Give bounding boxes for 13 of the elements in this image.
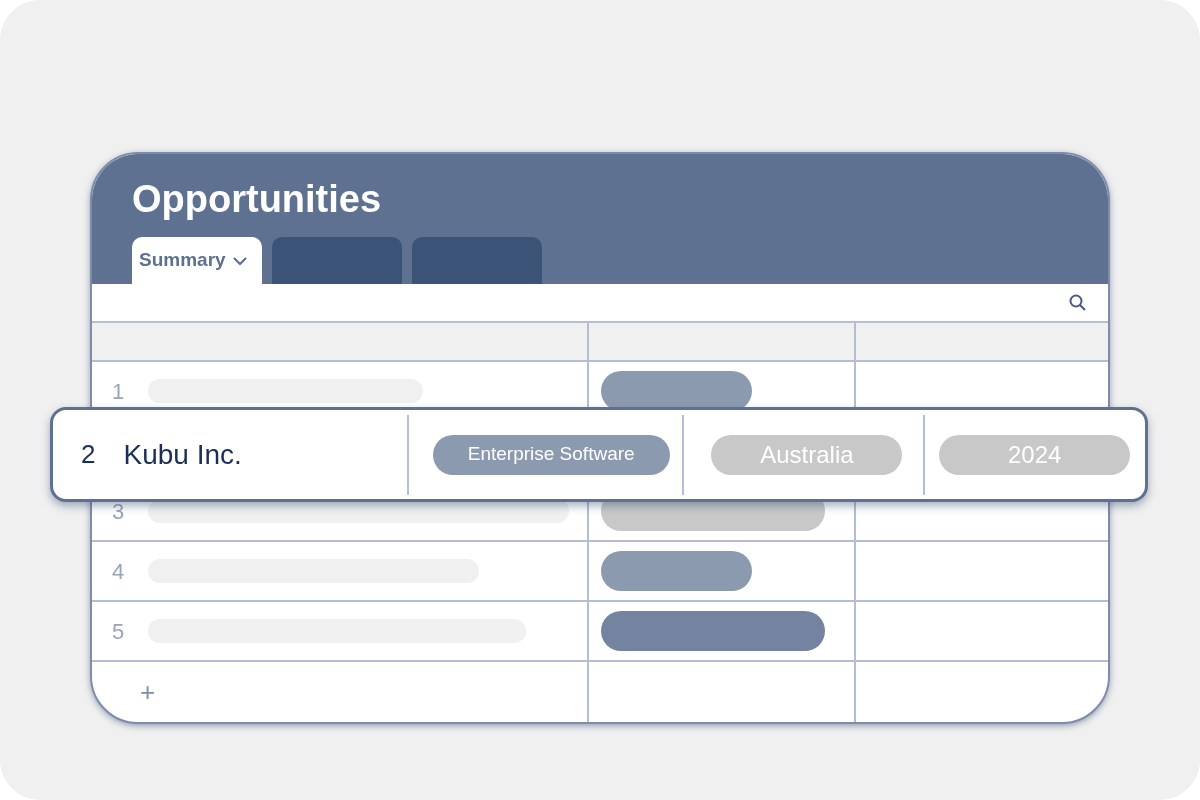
- search-icon[interactable]: [1068, 292, 1088, 313]
- tab[interactable]: [272, 237, 402, 285]
- page-title: Opportunities: [132, 180, 383, 218]
- add-row-button[interactable]: +: [140, 679, 156, 705]
- row-number: 4: [112, 557, 124, 586]
- tag: Enterprise Software: [432, 434, 670, 475]
- row-number: 5: [112, 617, 124, 646]
- company-name: Kubu Inc.: [123, 437, 242, 472]
- tab[interactable]: [412, 237, 542, 285]
- chevron-down-icon: [231, 255, 248, 266]
- tab[interactable]: Summary: [132, 237, 262, 285]
- row-number: 2: [81, 438, 96, 471]
- row-number: 1: [112, 377, 124, 406]
